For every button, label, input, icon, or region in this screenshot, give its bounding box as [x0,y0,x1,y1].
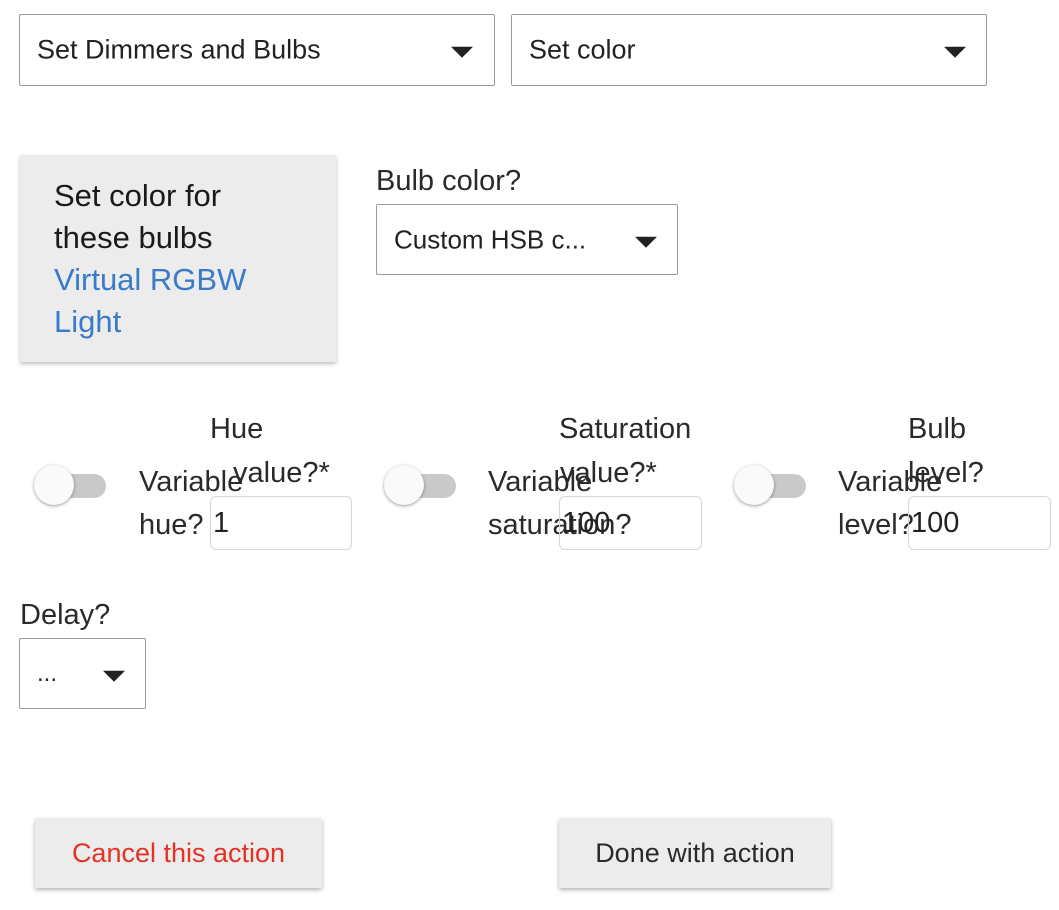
hue-field-label-line1: Hue [210,413,264,445]
action-select[interactable]: Set color [511,14,987,86]
device-type-select-value: Set Dimmers and Bulbs [37,34,321,65]
bulb-color-select[interactable]: Custom HSB c... [376,204,678,275]
variable-hue-label-line2: hue? [139,509,204,541]
chevron-down-icon [103,670,125,682]
chevron-down-icon [451,46,473,58]
delay-select-value: ... [37,659,58,687]
device-link-line1[interactable]: Virtual RGBW [54,259,316,301]
toggle-thumb [734,465,774,505]
card-title-line2: these bulbs [54,220,213,255]
hue-value: 1 [213,507,230,539]
toggle-thumb [384,465,424,505]
chevron-down-icon [635,236,657,248]
saturation-value-input[interactable]: 100 [559,496,702,550]
bulb-level-field-label-line1: Bulb [908,413,967,445]
saturation-field-label-line1: Saturation [559,413,692,445]
variable-saturation-toggle[interactable] [384,465,458,505]
bulb-level-value: 100 [911,507,960,539]
action-select-value: Set color [529,34,636,65]
bulb-color-label: Bulb color? [376,165,522,197]
hue-value-input[interactable]: 1 [210,496,352,550]
device-type-select[interactable]: Set Dimmers and Bulbs [19,14,495,86]
delay-select[interactable]: ... [19,638,146,709]
variable-hue-toggle[interactable] [34,465,108,505]
bulb-level-input[interactable]: 100 [908,496,1051,550]
variable-level-label-line2: level? [838,509,914,541]
saturation-field-label-line2: value?* [560,457,657,489]
cancel-action-button[interactable]: Cancel this action [35,818,322,888]
hue-field-label-line2: value?* [233,457,330,489]
bulbs-card: Set color for these bulbs Virtual RGBW L… [20,155,336,362]
variable-level-toggle[interactable] [734,465,808,505]
bulb-color-select-value: Custom HSB c... [394,224,587,254]
delay-label: Delay? [20,599,111,631]
saturation-value: 100 [562,507,611,539]
done-action-button[interactable]: Done with action [559,818,831,888]
card-title-line1: Set color for [54,178,222,213]
chevron-down-icon [944,46,966,58]
bulb-level-field-label-line2: level? [908,457,984,489]
toggle-thumb [34,465,74,505]
device-link-line2[interactable]: Light [54,301,316,343]
